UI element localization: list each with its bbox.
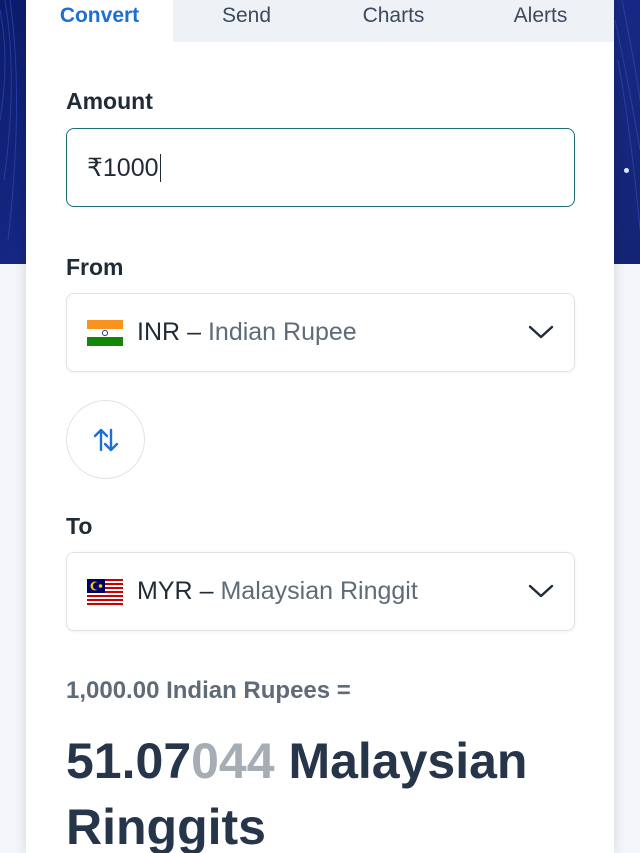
chevron-down-icon (528, 325, 554, 339)
to-label: To (66, 513, 93, 539)
amount-value: ₹1000 (87, 153, 159, 182)
to-currency-select[interactable]: MYR – Malaysian Ringgit (66, 552, 575, 631)
result-source-amount: 1,000.00 Indian Rupees = (66, 677, 351, 704)
decorative-dot (624, 168, 629, 173)
from-currency-code: INR (137, 318, 181, 346)
amount-input[interactable]: ₹1000 (66, 128, 575, 207)
tab-send[interactable]: Send (173, 0, 320, 42)
chevron-down-icon (528, 584, 554, 598)
malaysia-flag-icon (87, 578, 123, 605)
result-converted-amount: 51.07044 Malaysian Ringgits (66, 728, 606, 853)
to-currency-name: Malaysian Ringgit (220, 577, 418, 605)
to-separator: – (199, 577, 214, 605)
tab-bar: Convert Send Charts Alerts (26, 0, 614, 42)
from-currency-name: Indian Rupee (207, 318, 357, 346)
from-currency-select[interactable]: INR – Indian Rupee (66, 293, 575, 372)
india-flag-icon (87, 319, 123, 346)
text-caret (159, 153, 162, 182)
to-currency-code: MYR (137, 577, 193, 605)
swap-arrows-icon (93, 428, 118, 451)
tab-alerts[interactable]: Alerts (467, 0, 614, 42)
result-main-digits: 51.07 (66, 733, 192, 789)
converter-card: Convert Send Charts Alerts Amount ₹1000 … (26, 0, 614, 853)
swap-currencies-button[interactable] (66, 400, 145, 479)
amount-label: Amount (66, 88, 153, 114)
from-separator: – (187, 318, 201, 346)
from-label: From (66, 254, 124, 280)
tab-convert[interactable]: Convert (26, 0, 173, 42)
result-extra-digits: 044 (191, 733, 275, 789)
tab-charts[interactable]: Charts (320, 0, 467, 42)
